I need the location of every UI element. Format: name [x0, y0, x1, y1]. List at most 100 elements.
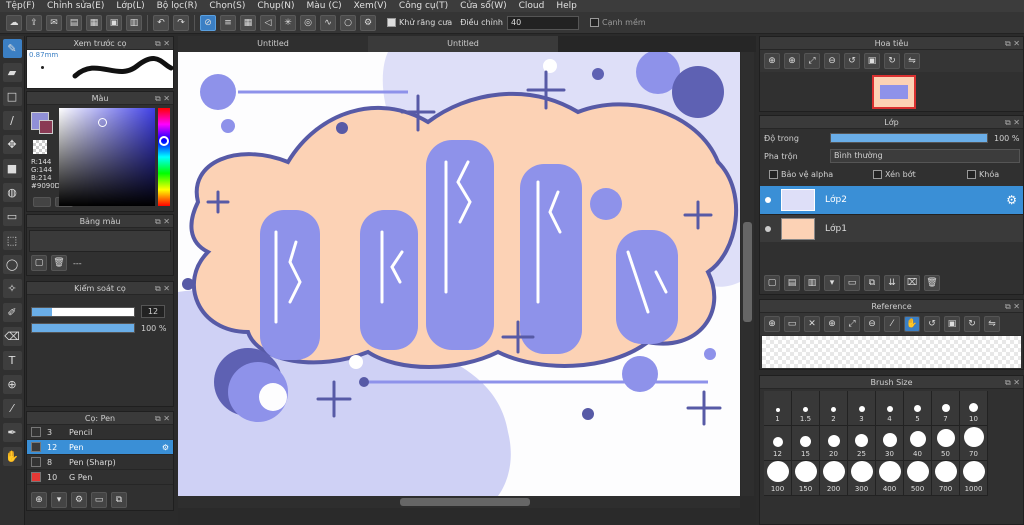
- brush-size-value[interactable]: 12: [141, 305, 165, 318]
- clear-layer-icon[interactable]: ⌧: [904, 275, 920, 291]
- brush-size-cell[interactable]: 15: [792, 426, 820, 461]
- brush-size-cell[interactable]: 3: [848, 391, 876, 426]
- lasso-tool-icon[interactable]: ◯: [2, 255, 22, 274]
- close-icon[interactable]: ⧉ ✕: [1005, 37, 1020, 50]
- menu-item[interactable]: Chọn(S): [203, 1, 251, 11]
- brush-size-cell[interactable]: 2: [820, 391, 848, 426]
- clip-checkbox[interactable]: [873, 169, 882, 179]
- panel-icon[interactable]: ▣: [106, 14, 122, 31]
- brush-size-cell[interactable]: 10: [960, 391, 988, 426]
- flip-icon[interactable]: ⇋: [904, 53, 920, 69]
- snap-ellipse-icon[interactable]: ○: [340, 14, 356, 31]
- adjust-dropdown[interactable]: 40: [506, 15, 579, 30]
- drawing-canvas[interactable]: [178, 52, 740, 496]
- navigator-thumbnail[interactable]: [872, 75, 916, 109]
- snap-vanish-icon[interactable]: ◁: [260, 14, 276, 31]
- brush-item[interactable]: 12 Pen ⚙: [27, 440, 173, 455]
- brush-size-cell[interactable]: 12: [764, 426, 792, 461]
- snap-radial-icon[interactable]: ✳: [280, 14, 296, 31]
- rotate-left-icon[interactable]: ↺: [844, 53, 860, 69]
- sub-color-swatch[interactable]: [39, 120, 53, 134]
- select-pen-icon[interactable]: ✐: [2, 303, 22, 322]
- brush-size-cell[interactable]: 1000: [960, 461, 988, 496]
- snap-cross-icon[interactable]: ▦: [240, 14, 256, 31]
- close-icon[interactable]: ⧉ ✕: [1005, 376, 1020, 389]
- horizontal-scrollbar[interactable]: [178, 496, 740, 508]
- hand-icon[interactable]: ✋: [904, 316, 920, 332]
- picker-cursor[interactable]: [98, 118, 107, 127]
- brush-size-cell[interactable]: 200: [820, 461, 848, 496]
- menu-item[interactable]: Bộ lọc(R): [151, 1, 204, 11]
- menu-item[interactable]: Chụp(N): [251, 1, 300, 11]
- brush-size-cell[interactable]: 100: [764, 461, 792, 496]
- menu-item[interactable]: Màu (C): [301, 1, 348, 11]
- redo-button[interactable]: ↷: [173, 14, 189, 31]
- hue-slider[interactable]: [158, 108, 170, 206]
- zoom-in-icon[interactable]: ⊕: [824, 316, 840, 332]
- snap-curve-icon[interactable]: ∿: [320, 14, 336, 31]
- reset-view-icon[interactable]: ▣: [864, 53, 880, 69]
- bucket-tool-icon[interactable]: ◍: [2, 183, 22, 202]
- select-eraser-icon[interactable]: ⌫: [2, 327, 22, 346]
- display-icon[interactable]: ▥: [126, 14, 142, 31]
- close-icon[interactable]: ⧉ ✕: [155, 412, 170, 425]
- cloud-icon[interactable]: ☁: [6, 14, 22, 31]
- vertical-scrollbar[interactable]: [741, 52, 754, 496]
- eraser-tool-icon[interactable]: ▰: [2, 63, 22, 82]
- hand-tool-icon[interactable]: ✋: [2, 447, 22, 466]
- new-layer-1bit-icon[interactable]: ▥: [804, 275, 820, 291]
- brush-size-cell[interactable]: 150: [792, 461, 820, 496]
- brush-copy-icon[interactable]: ⧉: [111, 492, 127, 508]
- antialias-toggle[interactable]: Khử răng cưa: [384, 18, 452, 27]
- new-layer-icon[interactable]: ▢: [764, 275, 780, 291]
- protect-alpha-checkbox[interactable]: [769, 169, 778, 179]
- reset-view-icon[interactable]: ▣: [944, 316, 960, 332]
- brush-item[interactable]: 8 Pen (Sharp): [27, 455, 173, 470]
- snap-circle-icon[interactable]: ◎: [300, 14, 316, 31]
- tab-untitled-1[interactable]: Untitled: [178, 36, 368, 52]
- add-layer-menu-icon[interactable]: ▾: [824, 275, 840, 291]
- close-icon[interactable]: ⧉ ✕: [155, 282, 170, 295]
- gear-icon[interactable]: ⚙: [162, 443, 169, 452]
- brush-item[interactable]: 3 Pencil: [27, 425, 173, 440]
- fill-rect-tool-icon[interactable]: ■: [2, 159, 22, 178]
- brush-size-slider[interactable]: [31, 306, 135, 317]
- divide-tool-icon[interactable]: ⊕: [2, 375, 22, 394]
- gradient-tool-icon[interactable]: ▭: [2, 207, 22, 226]
- palette-swatches[interactable]: [29, 230, 171, 252]
- fit-icon[interactable]: ⤢: [804, 53, 820, 69]
- menu-item[interactable]: Công cụ(T): [393, 1, 454, 11]
- brush-opacity-slider[interactable]: [31, 323, 135, 333]
- hue-cursor[interactable]: [159, 136, 169, 146]
- document-icon[interactable]: ▤: [66, 14, 82, 31]
- zoom-in-icon[interactable]: ⊕: [764, 53, 780, 69]
- line-tool-icon[interactable]: ∕: [2, 111, 22, 130]
- swap-color-button[interactable]: [33, 197, 51, 207]
- brush-size-cell[interactable]: 500: [904, 461, 932, 496]
- brush-item[interactable]: 10 G Pen: [27, 470, 173, 485]
- undo-button[interactable]: ↶: [153, 14, 169, 31]
- delete-palette-icon[interactable]: 🗑: [51, 255, 67, 271]
- merge-layer-icon[interactable]: ⇊: [884, 275, 900, 291]
- folder-icon[interactable]: ▭: [844, 275, 860, 291]
- eyedropper-tool-icon[interactable]: ⁄: [2, 399, 22, 418]
- visibility-icon[interactable]: [765, 197, 771, 203]
- menu-item[interactable]: Chỉnh sửa(E): [41, 1, 110, 11]
- snap-off-icon[interactable]: ⊘: [200, 14, 216, 31]
- lock-checkbox[interactable]: [967, 169, 976, 179]
- delete-layer-icon[interactable]: 🗑: [924, 275, 940, 291]
- close-icon[interactable]: ⧉ ✕: [155, 215, 170, 228]
- brush-size-cell[interactable]: 400: [876, 461, 904, 496]
- rotate-right-icon[interactable]: ↻: [884, 53, 900, 69]
- brush-size-cell[interactable]: 700: [932, 461, 960, 496]
- brush-size-cell[interactable]: 300: [848, 461, 876, 496]
- brush-menu-icon[interactable]: ▾: [51, 492, 67, 508]
- soft-edge-checkbox[interactable]: [589, 18, 599, 27]
- brush-size-cell[interactable]: 1.5: [792, 391, 820, 426]
- menu-item[interactable]: Xem(V): [348, 1, 393, 11]
- brush-size-cell[interactable]: 1: [764, 391, 792, 426]
- brush-size-cell[interactable]: 30: [876, 426, 904, 461]
- picker-tool-icon[interactable]: ✒: [2, 423, 22, 442]
- layer-item-layer2[interactable]: Lớp2 ⚙: [760, 186, 1023, 214]
- chat-icon[interactable]: ✉: [46, 14, 62, 31]
